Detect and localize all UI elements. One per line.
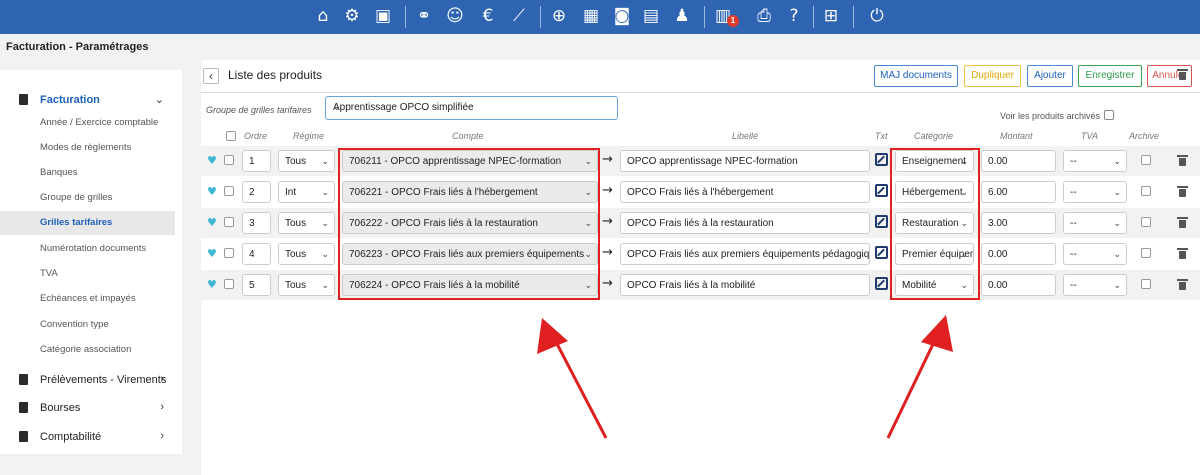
- annotation-arrowhead-categorie: [921, 315, 953, 352]
- annotation-arrowhead-compte: [537, 318, 568, 354]
- annotation-arrow-categorie: [886, 339, 937, 439]
- annotation-arrows: [537, 315, 953, 439]
- annotation-arrow-compte: [553, 339, 608, 439]
